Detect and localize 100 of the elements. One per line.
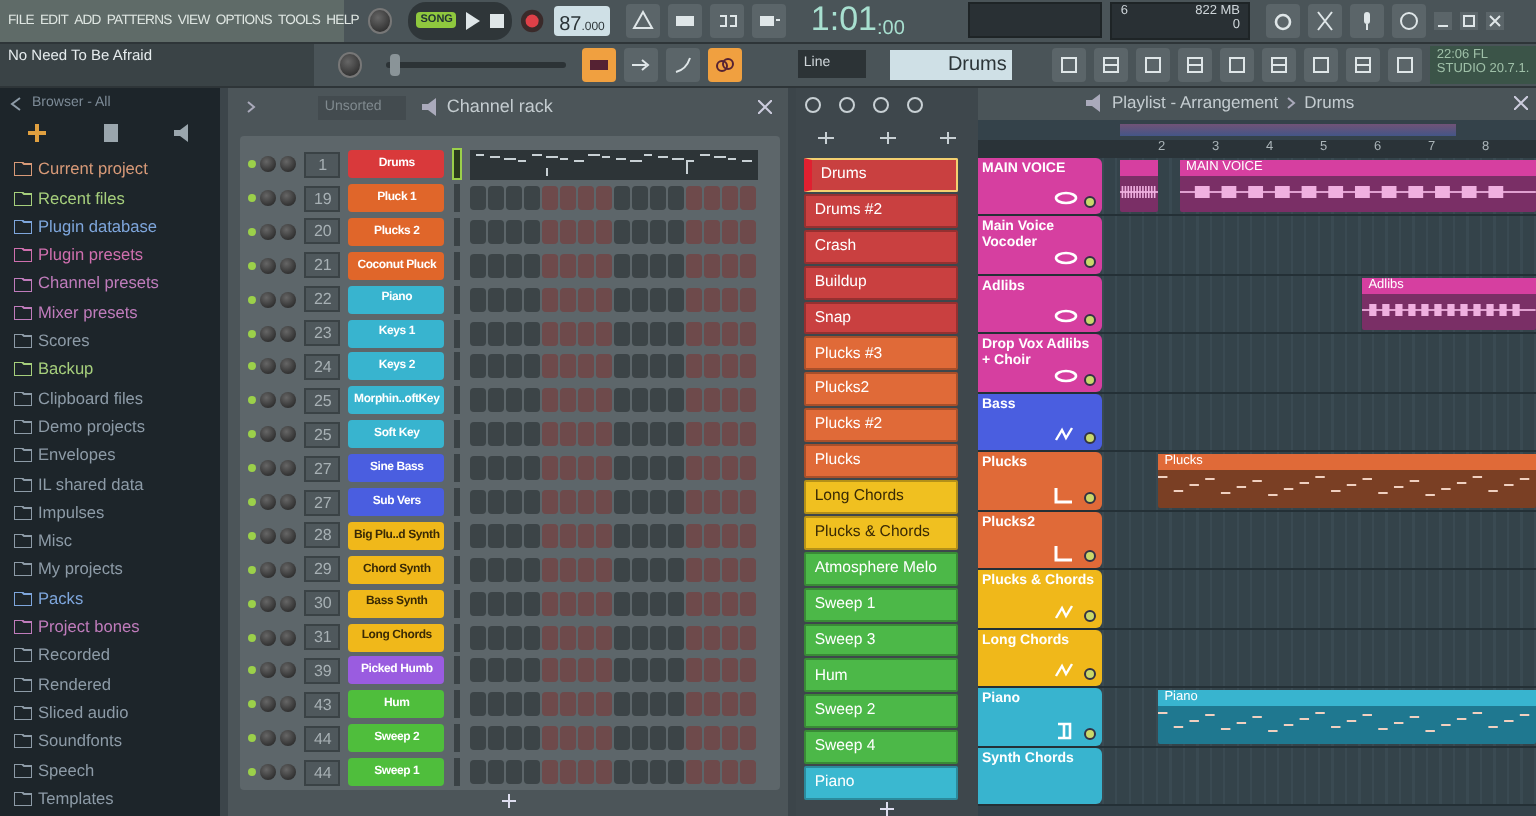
step-button[interactable] (686, 354, 703, 379)
step-button[interactable] (614, 253, 631, 278)
step-button[interactable] (686, 490, 703, 515)
step-button[interactable] (632, 287, 649, 312)
step-button[interactable] (596, 253, 613, 278)
browser-item[interactable]: Scores (0, 326, 221, 356)
step-button[interactable] (686, 726, 703, 751)
step-button[interactable] (506, 760, 523, 785)
step-button[interactable] (704, 219, 721, 244)
step-button[interactable] (578, 456, 595, 481)
step-button[interactable] (506, 523, 523, 548)
mixer-track-number[interactable]: 29 (304, 556, 341, 583)
step-button[interactable] (740, 726, 757, 751)
step-button[interactable] (614, 523, 631, 548)
track-enable-led[interactable] (1084, 314, 1096, 327)
step-button[interactable] (542, 625, 559, 650)
step-button[interactable] (506, 321, 523, 346)
step-button[interactable] (722, 186, 739, 211)
toolbar-button[interactable] (707, 47, 742, 82)
step-button[interactable] (722, 456, 739, 481)
step-button[interactable] (578, 557, 595, 582)
mixer-track-number[interactable]: 28 (304, 522, 341, 549)
browser-item[interactable]: My projects (0, 555, 221, 585)
step-button[interactable] (524, 321, 541, 346)
step-button[interactable] (524, 422, 541, 447)
step-button[interactable] (668, 321, 685, 346)
step-button[interactable] (488, 591, 505, 616)
step-button[interactable] (704, 557, 721, 582)
step-button[interactable] (704, 490, 721, 515)
step-button[interactable] (470, 422, 487, 447)
step-button[interactable] (560, 186, 577, 211)
step-button[interactable] (506, 591, 523, 616)
step-button[interactable] (668, 490, 685, 515)
step-button[interactable] (650, 658, 667, 683)
browser-item[interactable]: Sliced audio (0, 698, 221, 728)
close-icon[interactable] (1486, 11, 1504, 30)
step-button[interactable] (470, 726, 487, 751)
track-enable-led[interactable] (1084, 609, 1096, 622)
step-button[interactable] (560, 253, 577, 278)
step-button[interactable] (524, 219, 541, 244)
step-button[interactable] (524, 456, 541, 481)
step-button[interactable] (632, 456, 649, 481)
step-button[interactable] (722, 422, 739, 447)
mixer-track-number[interactable]: 22 (304, 286, 341, 313)
step-button[interactable] (560, 490, 577, 515)
step-button[interactable] (524, 726, 541, 751)
step-button[interactable] (614, 321, 631, 346)
step-button[interactable] (740, 557, 757, 582)
step-button[interactable] (722, 354, 739, 379)
mixer-track-number[interactable]: 19 (304, 185, 341, 212)
step-button[interactable] (722, 625, 739, 650)
step-button[interactable] (650, 388, 667, 413)
step-button[interactable] (614, 726, 631, 751)
playlist-pattern[interactable]: Drums (1304, 94, 1355, 113)
step-button[interactable] (632, 219, 649, 244)
step-button[interactable] (578, 760, 595, 785)
step-button[interactable] (506, 456, 523, 481)
step-button[interactable] (722, 490, 739, 515)
step-button[interactable] (524, 591, 541, 616)
step-button[interactable] (578, 726, 595, 751)
step-button[interactable] (632, 523, 649, 548)
step-button[interactable] (704, 692, 721, 717)
track-enable-led[interactable] (1084, 373, 1096, 386)
step-button[interactable] (578, 186, 595, 211)
step-button[interactable] (488, 354, 505, 379)
step-button[interactable] (632, 760, 649, 785)
step-button[interactable] (560, 354, 577, 379)
step-button[interactable] (560, 591, 577, 616)
browser-item[interactable]: Clipboard files (0, 384, 221, 413)
step-button[interactable] (740, 658, 757, 683)
step-button[interactable] (668, 354, 685, 379)
step-button[interactable] (668, 760, 685, 785)
step-button[interactable] (650, 726, 667, 751)
step-button[interactable] (740, 354, 757, 379)
toolbar-button[interactable] (581, 47, 616, 82)
step-button[interactable] (488, 186, 505, 211)
step-button[interactable] (740, 591, 757, 616)
step-button[interactable] (578, 287, 595, 312)
browser-item[interactable]: Recent files (0, 183, 221, 213)
step-button[interactable] (596, 557, 613, 582)
track-enable-led[interactable] (1084, 550, 1096, 563)
step-button[interactable] (542, 760, 559, 785)
step-button[interactable] (524, 625, 541, 650)
toolbar-button[interactable] (1052, 47, 1087, 82)
browser-item[interactable]: Soundfonts (0, 727, 221, 756)
step-button[interactable] (668, 186, 685, 211)
pattern-selector[interactable]: Drums (889, 49, 1013, 80)
step-button[interactable] (704, 186, 721, 211)
step-button[interactable] (668, 287, 685, 312)
step-button[interactable] (614, 490, 631, 515)
step-button[interactable] (686, 219, 703, 244)
step-button[interactable] (650, 456, 667, 481)
step-button[interactable] (722, 388, 739, 413)
step-button[interactable] (596, 692, 613, 717)
step-button[interactable] (632, 388, 649, 413)
step-button[interactable] (470, 692, 487, 717)
step-button[interactable] (506, 490, 523, 515)
step-button[interactable] (668, 625, 685, 650)
step-button[interactable] (578, 692, 595, 717)
mixer-track-number[interactable]: 25 (304, 421, 341, 448)
